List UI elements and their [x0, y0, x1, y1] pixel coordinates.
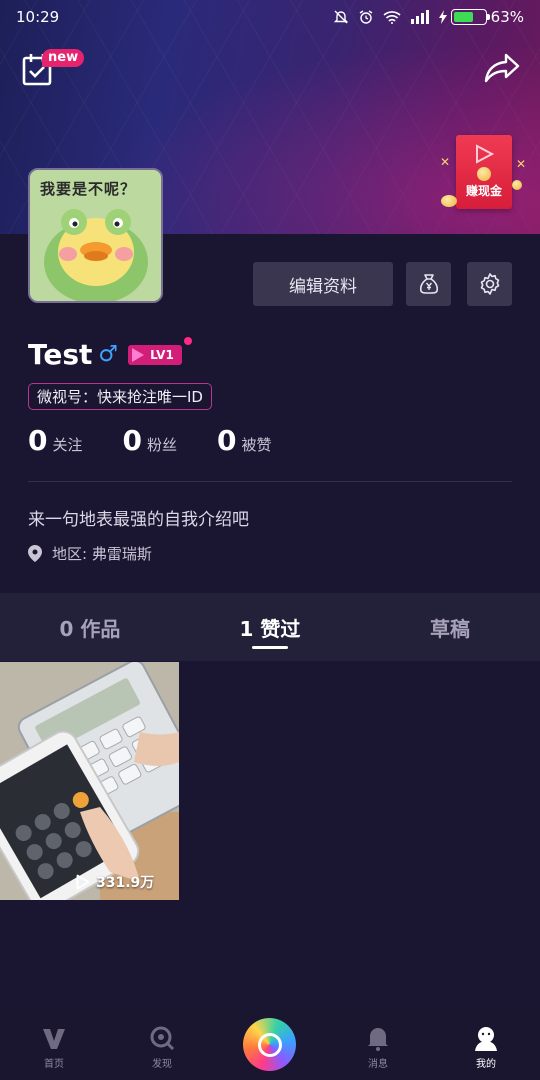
wallet-button[interactable]: [406, 262, 451, 306]
calculator-video-image: [0, 662, 179, 900]
location-pin-icon: [28, 545, 42, 562]
battery-indicator: 63%: [438, 8, 524, 26]
mute-bell-icon: [333, 10, 348, 24]
stat-label: 关注: [52, 436, 83, 454]
discover-icon: [150, 1026, 175, 1051]
nav-home[interactable]: 首页: [0, 1010, 108, 1080]
share-button[interactable]: [484, 52, 520, 88]
stat-count: 0: [122, 424, 142, 457]
profile-region: 地区: 弗雷瑞斯: [28, 543, 152, 564]
profile-stats: 0 关注 0 粉丝 0 被赞: [28, 424, 272, 457]
gear-icon: [480, 273, 499, 295]
stat-count: 0: [217, 424, 237, 457]
nav-label: 发现: [152, 1059, 172, 1070]
stat-label: 粉丝: [146, 436, 177, 454]
status-bar: 10:29 63%: [0, 0, 540, 34]
weishi-logo-icon: [43, 1029, 65, 1049]
earn-cash-red-packet[interactable]: 赚现金: [456, 135, 512, 209]
profile-icon: [475, 1027, 497, 1051]
battery-fill: [453, 12, 473, 22]
tab-liked[interactable]: 1 赞过: [180, 593, 360, 661]
stat-following[interactable]: 0 关注: [28, 424, 83, 457]
money-bag-icon: [419, 274, 438, 294]
weishi-id-tag[interactable]: 微视号：快来抢注唯一ID: [28, 383, 212, 410]
settings-button[interactable]: [467, 262, 512, 306]
male-gender-icon: ♂: [98, 342, 119, 367]
nav-messages[interactable]: 消息: [324, 1010, 432, 1080]
avatar-caption: 我要是不呢？: [40, 180, 137, 198]
content-tabs: 0 作品 1 赞过 草稿: [0, 593, 540, 661]
profile-name: Test: [28, 338, 93, 371]
stat-label: 被赞: [241, 436, 272, 454]
region-label: 地区: 弗雷瑞斯: [52, 545, 152, 563]
avatar[interactable]: 我要是不呢？: [28, 168, 163, 303]
notification-dot: [183, 336, 192, 345]
level-label: LV1: [150, 347, 174, 362]
nav-profile[interactable]: 我的: [432, 1010, 540, 1080]
charging-icon: [438, 10, 447, 24]
coin-icon: [441, 195, 457, 207]
edit-profile-button[interactable]: 编辑资料: [253, 262, 393, 306]
wifi-icon: [383, 11, 401, 24]
level-play-icon: [132, 347, 145, 362]
nav-label: 消息: [368, 1059, 388, 1070]
signal-icon: [410, 10, 429, 24]
play-count-value: 331.9万: [96, 875, 155, 891]
tab-drafts[interactable]: 草稿: [360, 593, 540, 661]
sparkle-icon: ✕: [516, 157, 527, 171]
camera-icon: [257, 1032, 282, 1057]
nav-discover[interactable]: 发现: [108, 1010, 216, 1080]
new-badge: new: [42, 49, 85, 67]
earn-cash-label: 赚现金: [465, 184, 502, 198]
nav-label: 首页: [44, 1059, 64, 1070]
play-count: 331.9万: [76, 872, 154, 892]
stat-count: 0: [28, 424, 48, 457]
play-icon: [76, 874, 90, 890]
sparkle-icon: ✕: [440, 155, 451, 169]
nav-label: 我的: [476, 1059, 496, 1070]
level-badge[interactable]: LV1: [128, 336, 192, 365]
status-time: 10:29: [16, 8, 60, 26]
stat-likes[interactable]: 0 被赞: [217, 424, 272, 457]
video-thumbnail[interactable]: 331.9万: [0, 662, 179, 900]
bell-icon: [368, 1028, 388, 1051]
divider: [28, 481, 512, 482]
camera-button[interactable]: [243, 1018, 296, 1071]
share-arrow-icon: [484, 53, 520, 83]
stat-followers[interactable]: 0 粉丝: [123, 424, 178, 457]
weishi-play-icon: [476, 144, 495, 164]
profile-name-row: Test ♂ LV1: [28, 336, 192, 371]
coin-icon: [512, 180, 522, 190]
profile-bio[interactable]: 来一句地表最强的自我介绍吧: [28, 505, 249, 530]
battery-percent: 63%: [490, 8, 524, 26]
alarm-icon: [359, 10, 373, 24]
tab-works[interactable]: 0 作品: [0, 593, 180, 661]
